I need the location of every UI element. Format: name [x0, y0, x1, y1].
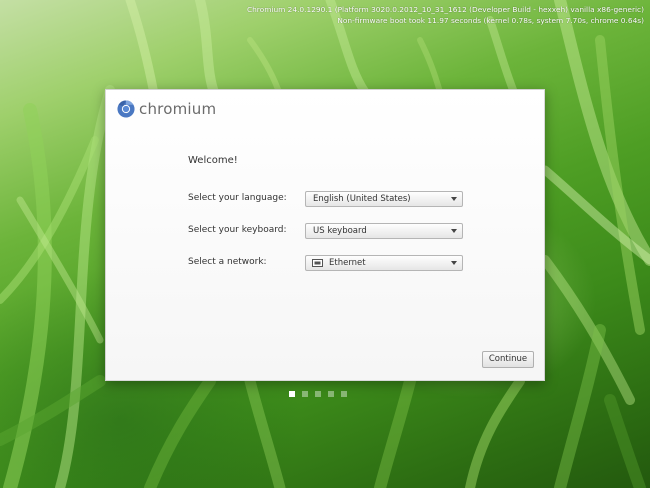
language-label: Select your language: — [188, 193, 287, 203]
network-select-value: Ethernet — [329, 258, 366, 268]
ethernet-icon — [312, 259, 323, 267]
version-info-text: Chromium 24.0.1290.1 (Platform 3020.0.20… — [246, 5, 644, 14]
step-dot — [341, 391, 347, 397]
network-label: Select a network: — [188, 257, 267, 267]
language-row: Select your language: English (United St… — [188, 191, 465, 209]
language-select-value: English (United States) — [313, 194, 411, 204]
step-dot — [315, 391, 321, 397]
welcome-title: Welcome! — [188, 155, 238, 166]
keyboard-select-value: US keyboard — [313, 226, 367, 236]
keyboard-select[interactable]: US keyboard — [305, 223, 463, 239]
brand-name: chromium — [139, 100, 217, 118]
network-row: Select a network: Ethernet — [188, 255, 465, 273]
step-indicator — [289, 391, 354, 398]
step-dot-current — [289, 391, 295, 397]
boot-time-text: Non-firmware boot took 11.97 seconds (ke… — [337, 15, 644, 25]
network-select[interactable]: Ethernet — [305, 255, 463, 271]
oobe-welcome-dialog: chromium Welcome! Select your language: … — [105, 89, 545, 381]
continue-button[interactable]: Continue — [482, 351, 534, 368]
language-select[interactable]: English (United States) — [305, 191, 463, 207]
keyboard-row: Select your keyboard: US keyboard — [188, 223, 465, 241]
keyboard-label: Select your keyboard: — [188, 225, 287, 235]
chromium-logo-icon — [117, 100, 135, 118]
step-dot — [302, 391, 308, 397]
chevron-down-icon — [451, 229, 457, 233]
chevron-down-icon — [451, 197, 457, 201]
step-dot — [328, 391, 334, 397]
chevron-down-icon — [451, 261, 457, 265]
boot-info-overlay: Chromium 24.0.1290.1 (Platform 3020.0.20… — [247, 5, 644, 26]
desktop-background: Chromium 24.0.1290.1 (Platform 3020.0.20… — [0, 0, 650, 488]
brand-header: chromium — [117, 99, 216, 119]
